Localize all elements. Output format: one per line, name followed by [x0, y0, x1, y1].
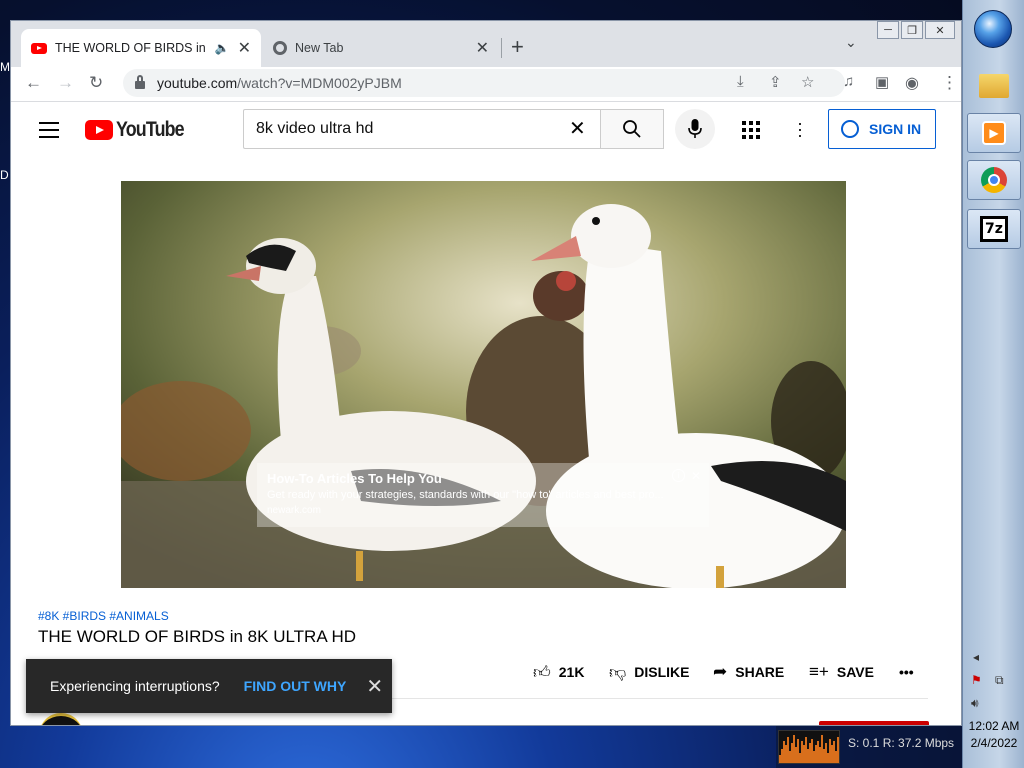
clock-date[interactable]: 2/4/2022	[963, 736, 1024, 750]
share-label: SHARE	[735, 664, 785, 680]
start-button[interactable]	[974, 10, 1012, 48]
back-icon[interactable]: ←	[25, 73, 42, 93]
settings-more-icon[interactable]: · · ·	[797, 114, 803, 144]
page-scrollbar[interactable]	[947, 102, 961, 725]
video-player[interactable]: How-To Articles To Help You Get ready wi…	[121, 181, 846, 588]
microphone-icon	[688, 119, 702, 138]
dislike-button[interactable]: 👎︎ DISLIKE	[609, 661, 690, 683]
tab-youtube[interactable]: THE WORLD OF BIRDS in 8K 🔈 ✕	[21, 29, 261, 67]
network-tray-icon[interactable]: ⧉	[995, 673, 1004, 688]
overlay-ad[interactable]: How-To Articles To Help You Get ready wi…	[257, 463, 709, 527]
more-horizontal-icon: •••	[899, 664, 914, 680]
ad-url: newark.com	[267, 505, 321, 516]
share-arrow-icon: ➦	[713, 662, 728, 681]
address-bar[interactable]: youtube.com/watch?v=MDM002yPJBM ⤓ ⇪ ☆	[123, 69, 845, 97]
tab-separator	[501, 38, 502, 58]
browser-window: THE WORLD OF BIRDS in 8K 🔈 ✕ New Tab ✕ +…	[10, 20, 962, 726]
sign-in-label: SIGN IN	[869, 121, 922, 137]
tab-title: THE WORLD OF BIRDS in 8K	[55, 41, 209, 55]
apps-grid-icon[interactable]	[742, 121, 760, 139]
menu-icon[interactable]	[39, 122, 59, 143]
ad-close-icon[interactable]: ✕	[691, 469, 701, 483]
find-out-why-link[interactable]: FIND OUT WHY	[244, 678, 347, 694]
network-meter: S: 0.1 R: 37.2 Mbps	[776, 726, 962, 768]
toast-message: Experiencing interruptions?	[50, 678, 220, 694]
video-title: THE WORLD OF BIRDS in 8K ULTRA HD	[38, 627, 357, 646]
taskbar-chrome[interactable]	[967, 160, 1021, 200]
desktop-icon-label: D	[0, 168, 9, 182]
reload-icon[interactable]: ↻	[89, 73, 103, 93]
7zip-icon: 7z	[980, 216, 1008, 242]
search-icon	[623, 120, 641, 138]
dislike-label: DISLIKE	[634, 664, 690, 680]
network-speed-text: S: 0.1 R: 37.2 Mbps	[848, 736, 955, 750]
video-hashtags[interactable]: #8K #BIRDS #ANIMALS	[38, 609, 169, 623]
desktop-icon-label: M	[0, 60, 10, 74]
interruptions-toast: Experiencing interruptions? FIND OUT WHY…	[26, 659, 392, 713]
new-tab-button[interactable]: +	[511, 34, 524, 60]
url-text: youtube.com/watch?v=MDM002yPJBM	[157, 75, 402, 91]
taskbar-explorer[interactable]	[967, 66, 1021, 106]
youtube-header: YouTube 8k video ultra hd ✕ · · · SIGN IN	[11, 102, 961, 158]
volume-icon[interactable]: 🔊︎	[971, 696, 979, 711]
thumbs-up-icon: 👍︎	[533, 662, 551, 682]
share-page-icon[interactable]: ⇪	[769, 73, 782, 91]
sign-in-button[interactable]: SIGN IN	[828, 109, 936, 149]
youtube-logo[interactable]: YouTube	[85, 118, 196, 142]
save-label: SAVE	[836, 664, 874, 680]
youtube-wordmark: YouTube	[116, 118, 185, 141]
tab-new-tab[interactable]: New Tab ✕	[263, 29, 499, 67]
profile-icon[interactable]: ◉	[905, 73, 919, 93]
youtube-favicon-icon	[31, 42, 47, 54]
browser-toolbar: ← → ↻ youtube.com/watch?v=MDM002yPJBM ⤓ …	[11, 67, 961, 102]
toast-close-icon[interactable]: ✕	[366, 674, 383, 699]
playlist-add-icon: ≡+	[809, 662, 829, 681]
clock-time[interactable]: 12:02 AM	[963, 719, 1024, 733]
thumbs-down-icon: 👎︎	[609, 662, 627, 682]
chrome-icon	[981, 167, 1007, 193]
chrome-menu-icon[interactable]: ⋮	[941, 73, 958, 93]
bookmark-star-icon[interactable]: ☆	[801, 73, 814, 91]
network-graph	[778, 730, 840, 764]
more-actions-button[interactable]: •••	[899, 661, 914, 683]
media-player-icon: ▶	[982, 121, 1006, 145]
ad-title: How-To Articles To Help You	[267, 471, 442, 486]
share-button[interactable]: ➦ SHARE	[713, 661, 784, 683]
minimize-button[interactable]: ─	[877, 21, 899, 39]
channel-avatar[interactable]	[39, 713, 83, 725]
clear-search-icon[interactable]: ✕	[569, 116, 586, 141]
like-button[interactable]: 👍︎ 21K	[533, 661, 584, 683]
close-window-button[interactable]: ✕	[925, 21, 955, 39]
ad-info-icon[interactable]: i	[672, 469, 685, 482]
folder-icon	[979, 74, 1009, 98]
forward-icon[interactable]: →	[57, 73, 74, 93]
account-icon	[841, 120, 859, 138]
taskbar-media-player[interactable]: ▶	[967, 113, 1021, 153]
side-panel-icon[interactable]: ▣	[875, 73, 889, 91]
close-tab-icon[interactable]: ✕	[476, 38, 489, 58]
search-button[interactable]	[600, 109, 664, 149]
tab-title: New Tab	[295, 41, 344, 55]
chrome-favicon-icon	[273, 41, 287, 55]
show-hidden-icons-icon[interactable]: ◂	[973, 650, 979, 664]
ad-description: Get ready with your strategies, standard…	[267, 489, 664, 501]
action-center-flag-icon[interactable]: ⚑	[971, 673, 982, 687]
close-tab-icon[interactable]: ✕	[238, 38, 251, 58]
speaker-icon[interactable]: 🔈	[215, 41, 230, 55]
lock-icon[interactable]	[135, 75, 145, 89]
youtube-play-icon	[85, 120, 113, 140]
network-graph-bar	[837, 737, 839, 763]
voice-search-button[interactable]	[675, 109, 715, 149]
tab-strip: THE WORLD OF BIRDS in 8K 🔈 ✕ New Tab ✕ +…	[11, 21, 961, 67]
restore-button[interactable]: ❐	[901, 21, 923, 39]
install-app-icon[interactable]: ⤓	[737, 73, 744, 90]
tab-search-chevron-icon[interactable]: ⌄	[845, 34, 857, 51]
search-input[interactable]: 8k video ultra hd	[243, 109, 601, 149]
media-control-icon[interactable]: ♫	[843, 73, 854, 90]
taskbar-7zip[interactable]: 7z	[967, 209, 1021, 249]
taskbar: ▶ 7z ◂ ⚑ ⧉ 🔊︎ 12:02 AM 2/4/2022	[962, 0, 1024, 768]
like-count: 21K	[558, 664, 585, 680]
save-button[interactable]: ≡+ SAVE	[809, 661, 874, 683]
